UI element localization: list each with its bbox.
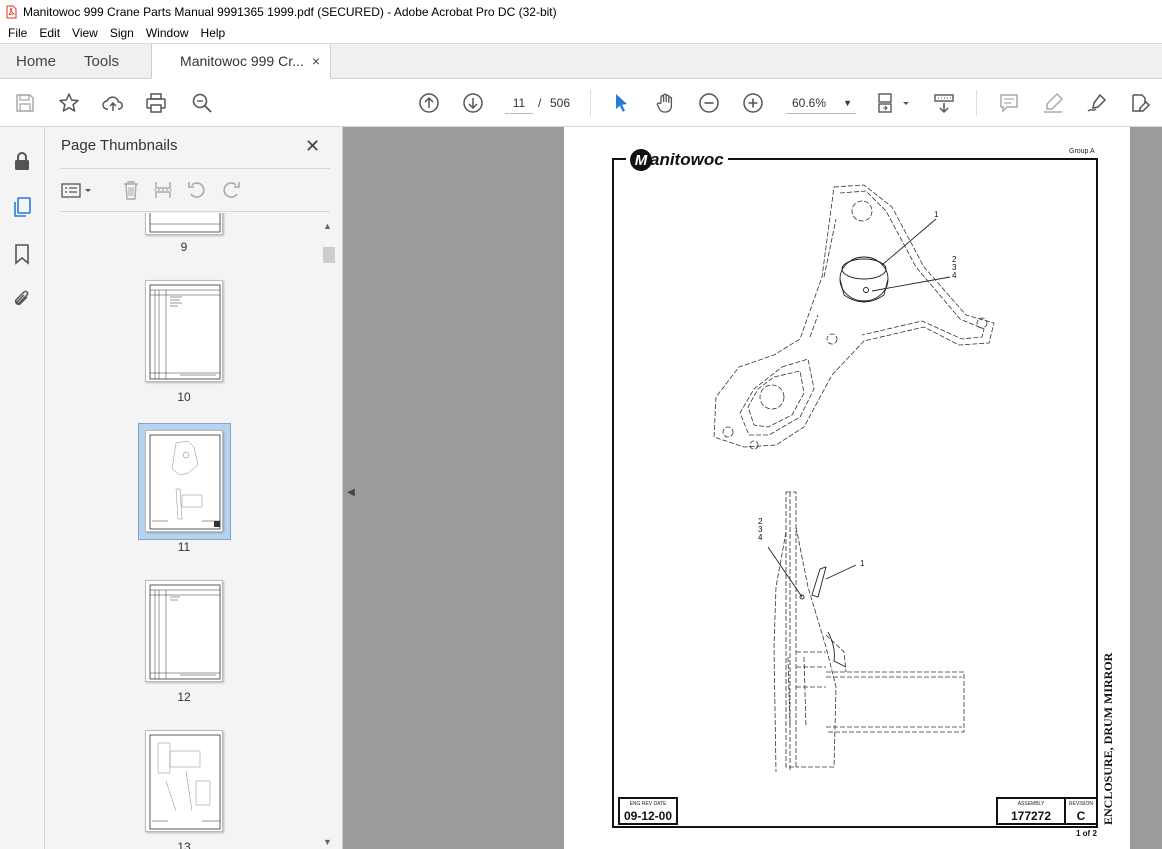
bookmark-star-icon[interactable] <box>57 91 81 115</box>
chevron-down-icon: ▼ <box>843 98 852 108</box>
pdf-page: Group A M anitowoc 1 2 3 4 1 2 3 4 ENG R… <box>564 127 1130 849</box>
document-viewport-margin <box>1130 127 1162 849</box>
technical-drawing <box>713 184 995 773</box>
rotate-counterclockwise-icon[interactable] <box>186 179 208 201</box>
thumbnail-page-13[interactable] <box>145 730 223 832</box>
toolbar-divider <box>976 90 977 116</box>
callout-label: 1 <box>860 559 865 568</box>
sheet-number: 1 of 2 <box>1076 829 1097 838</box>
search-zoom-icon[interactable] <box>190 91 214 115</box>
zoom-in-icon[interactable] <box>741 91 765 115</box>
thumbnail-list: 9 10 11 12 13 <box>45 213 319 849</box>
menu-file[interactable]: File <box>2 26 33 40</box>
menu-window[interactable]: Window <box>140 26 195 40</box>
assembly-box: ASSEMBLY 177272 <box>996 797 1066 825</box>
save-icon[interactable] <box>13 91 37 115</box>
tab-tools[interactable]: Tools <box>70 44 133 78</box>
thumbnail-scrollbar[interactable]: ▲ ▼ <box>319 213 337 849</box>
thumbnail-page-9[interactable] <box>145 213 223 235</box>
menu-edit[interactable]: Edit <box>33 26 66 40</box>
zoom-level-select[interactable]: 60.6% ▼ <box>786 92 856 114</box>
print-icon[interactable] <box>144 91 168 115</box>
date-caption: ENG REV DATE <box>629 801 667 807</box>
thumbnails-panel-title: Page Thumbnails <box>61 137 178 154</box>
comment-icon[interactable] <box>997 91 1021 115</box>
cloud-upload-icon[interactable] <box>101 91 125 115</box>
revision-value: C <box>1076 809 1086 823</box>
date-value: 09-12-00 <box>623 809 673 823</box>
page-total: 506 <box>550 96 571 110</box>
scrollbar-thumb[interactable] <box>323 247 335 263</box>
tab-document[interactable]: Manitowoc 999 Cr... × <box>151 44 332 79</box>
thumbnail-page-12[interactable] <box>145 580 223 682</box>
page-thumbnails-panel: Page Thumbnails ✕ 9 10 11 12 13 ▲ ▼ <box>45 127 343 849</box>
assembly-number: 177272 <box>1010 809 1052 823</box>
scroll-up-icon[interactable]: ▲ <box>323 221 332 231</box>
thumbnail-label: 10 <box>177 390 191 404</box>
highlight-pen-icon[interactable] <box>1041 91 1065 115</box>
left-navigation-rail <box>0 127 45 849</box>
scroll-mode-icon[interactable] <box>932 91 956 115</box>
thumbnail-label: 11 <box>177 540 191 554</box>
logo-text: anitowoc <box>650 150 724 169</box>
acrobat-app-icon <box>6 5 17 18</box>
menu-sign[interactable]: Sign <box>104 26 140 40</box>
lock-icon[interactable] <box>10 149 34 173</box>
zoom-level-value: 60.6% <box>792 96 827 110</box>
callout-label: 1 <box>934 210 939 219</box>
tab-home[interactable]: Home <box>0 44 70 78</box>
thumbnail-page-10[interactable] <box>145 280 223 382</box>
callout-label: 4 <box>758 533 763 542</box>
page-thumbnails-icon[interactable] <box>10 195 34 219</box>
manitowoc-logo: M anitowoc <box>626 147 728 173</box>
close-panel-icon[interactable]: ✕ <box>305 136 320 157</box>
toolbar-divider <box>590 90 591 116</box>
menu-view[interactable]: View <box>66 26 104 40</box>
rotate-clockwise-icon[interactable] <box>220 179 242 201</box>
tab-bar: Home Tools Manitowoc 999 Cr... × <box>0 43 1162 79</box>
bookmarks-icon[interactable] <box>10 242 34 266</box>
window-title: Manitowoc 999 Crane Parts Manual 9991365… <box>23 4 557 19</box>
menu-bar: File Edit View Sign Window Help <box>0 23 1162 43</box>
collapse-panel-icon[interactable]: ◀ <box>343 480 359 504</box>
thumbnail-options-icon[interactable] <box>60 179 94 201</box>
delete-page-icon[interactable] <box>120 179 142 201</box>
page-separator: / <box>538 96 542 110</box>
close-tab-icon[interactable]: × <box>312 53 320 69</box>
select-cursor-icon[interactable] <box>609 91 633 115</box>
title-bar: Manitowoc 999 Crane Parts Manual 9991365… <box>0 0 1162 23</box>
main-toolbar: 11 / 506 60.6% ▼ <box>0 80 1162 127</box>
page-number-input[interactable]: 11 <box>505 92 533 114</box>
menu-help[interactable]: Help <box>195 26 232 40</box>
edit-pdf-icon[interactable] <box>1128 91 1152 115</box>
thumbnail-label: 9 <box>180 240 188 254</box>
document-tab-label: Manitowoc 999 Cr... <box>180 53 304 69</box>
hand-tool-icon[interactable] <box>653 91 677 115</box>
attachment-icon[interactable] <box>10 287 34 311</box>
previous-page-icon[interactable] <box>417 91 441 115</box>
next-page-icon[interactable] <box>461 91 485 115</box>
scroll-down-icon[interactable]: ▼ <box>323 837 332 847</box>
thumbnail-label: 12 <box>177 690 191 704</box>
eng-rev-date-box: ENG REV DATE 09-12-00 <box>618 797 678 825</box>
sign-pen-icon[interactable] <box>1085 91 1109 115</box>
page-fit-icon[interactable] <box>876 91 912 115</box>
drawing-title: ENCLOSURE, DRUM MIRROR <box>1101 652 1115 825</box>
revision-caption: REVISION <box>1069 801 1093 807</box>
zoom-out-icon[interactable] <box>697 91 721 115</box>
thumbnail-page-11[interactable] <box>145 430 223 532</box>
callout-label: 4 <box>952 271 957 280</box>
thumbnails-toolbar <box>60 168 330 212</box>
group-label: Group A <box>1069 148 1095 155</box>
logo-mark: M <box>630 149 652 171</box>
assembly-caption: ASSEMBLY <box>1017 801 1045 807</box>
revision-box: REVISION C <box>1066 797 1098 825</box>
thumbnail-label: 13 <box>177 840 191 849</box>
extract-page-icon[interactable] <box>152 179 174 201</box>
